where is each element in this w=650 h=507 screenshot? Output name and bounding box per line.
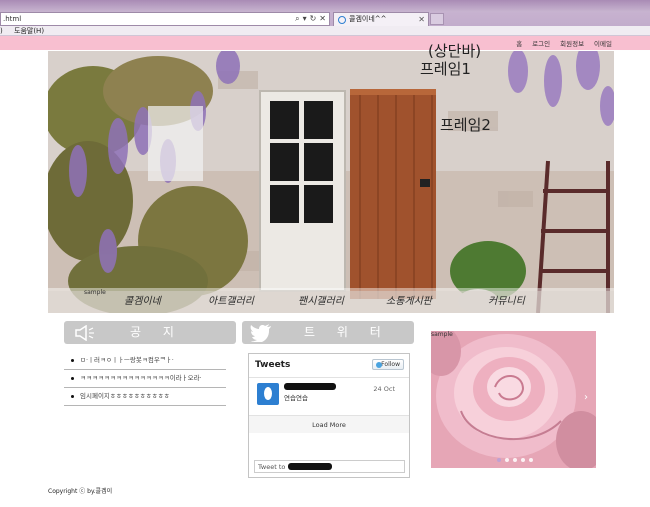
notice-item[interactable]: ㅁ·ㅣ러ㅋㅇㅣㅏㅡ랑봇ㅋ컴우ᄏㅏ· — [64, 352, 226, 370]
nav-login[interactable]: 로그인 — [532, 38, 550, 48]
notice-item-text: 임시페이지ㅎㅎㅎㅎㅎㅎㅎㅎㅎㅎ — [80, 392, 170, 400]
annotation-frame1: 프레임1 — [420, 60, 471, 78]
nav-member-info[interactable]: 회원정보 — [560, 38, 584, 48]
dropdown-icon[interactable]: ▾ — [303, 14, 307, 24]
redacted-username — [284, 383, 336, 390]
notice-title: 공 지 — [130, 325, 183, 339]
twitter-title: 트 위 터 — [304, 325, 390, 339]
slide-next-arrow-icon[interactable]: › — [584, 392, 588, 403]
main-nav-item-art-gallery[interactable]: 아트갤러리 — [208, 292, 254, 307]
rose-slide-image[interactable] — [431, 331, 596, 468]
notice-item[interactable]: ㅋㅋㅋㅋㅋㅋㅋㅋㅋㅋㅋㅋㅋㅋㅋ이라ㅏ오라· — [64, 370, 226, 388]
top-nav: 홈 로그인 회원정보 이메일 — [516, 38, 612, 48]
slide-dot[interactable] — [497, 458, 501, 462]
tweet-text: 연습연습 — [284, 394, 308, 402]
follow-label: Follow — [381, 361, 400, 368]
slide-indicator — [497, 458, 533, 462]
copyright: Copyright ⓒ by.콜겜이 — [48, 488, 113, 495]
slide-dot[interactable] — [505, 458, 509, 462]
sample-label-hero: sample — [84, 289, 106, 296]
sample-label-rose: sample — [431, 331, 453, 338]
twitter-header: 트 위 터 — [242, 321, 414, 344]
main-nav-item-fancy-gallery[interactable]: 팬시갤러리 — [298, 292, 344, 307]
redacted-handle — [288, 463, 332, 470]
nav-email[interactable]: 이메일 — [594, 38, 612, 48]
menu-item-help[interactable]: 도움말(H) — [14, 26, 44, 36]
follow-button[interactable]: Follow — [372, 359, 404, 370]
notice-item[interactable]: 임시페이지ㅎㅎㅎㅎㅎㅎㅎㅎㅎㅎ — [64, 388, 226, 406]
stop-icon[interactable]: ✕ — [319, 14, 326, 24]
slide-dot[interactable] — [513, 458, 517, 462]
twitter-widget-title: Tweets — [255, 360, 291, 370]
menu-bar: ) 도움말(H) — [0, 26, 650, 36]
ie-icon — [338, 15, 346, 24]
notice-item-text: ㅁ·ㅣ러ㅋㅇㅣㅏㅡ랑봇ㅋ컴우ᄏㅏ· — [80, 356, 174, 364]
main-nav: 콜겜이네 아트갤러리 팬시갤러리 소통게시판 커뮤니티 — [48, 288, 614, 313]
address-text: .html — [3, 15, 22, 23]
search-icon[interactable]: ⌕ — [295, 14, 299, 24]
main-nav-item-board[interactable]: 소통게시판 — [386, 292, 432, 307]
twitter-small-icon — [376, 362, 382, 368]
notice-list: ㅁ·ㅣ러ㅋㅇㅣㅏㅡ랑봇ㅋ컴우ᄏㅏ· ㅋㅋㅋㅋㅋㅋㅋㅋㅋㅋㅋㅋㅋㅋㅋ이라ㅏ오라· … — [64, 352, 226, 406]
main-nav-item-home[interactable]: 콜겜이네 — [124, 292, 161, 307]
slide-dot[interactable] — [529, 458, 533, 462]
tab-title: 콜겜이네^^ — [349, 15, 387, 23]
close-tab-icon[interactable]: ✕ — [418, 13, 425, 26]
rose-illustration — [431, 331, 596, 468]
twitter-widget: Tweets Follow 연습연습 24 Oct Load More Twee… — [248, 353, 410, 478]
browser-tab[interactable]: 콜겜이네^^ ✕ — [333, 12, 429, 26]
annotation-frame2: 프레임2 — [440, 116, 491, 134]
speaker-icon — [75, 325, 94, 341]
new-tab-button[interactable] — [430, 13, 444, 25]
tweet-to-label: Tweet to — [258, 463, 286, 471]
hero-illustration — [48, 51, 614, 313]
refresh-icon[interactable]: ↻ — [310, 14, 317, 24]
nav-home[interactable]: 홈 — [516, 38, 522, 48]
load-more-button[interactable]: Load More — [249, 415, 409, 433]
main-nav-item-community[interactable]: 커뮤니티 — [488, 292, 525, 307]
twitter-bird-icon — [250, 324, 271, 342]
notice-item-text: ㅋㅋㅋㅋㅋㅋㅋㅋㅋㅋㅋㅋㅋㅋㅋ이라ㅏ오라· — [80, 374, 202, 382]
title-bar — [0, 0, 650, 12]
slide-dot[interactable] — [521, 458, 525, 462]
menu-item-view[interactable]: ) — [0, 26, 3, 36]
avatar[interactable] — [257, 383, 279, 405]
address-bar[interactable]: .html ⌕ ▾ ↻ ✕ — [0, 12, 330, 26]
divider — [249, 377, 409, 378]
notice-header: 공 지 — [64, 321, 236, 344]
tweet-date[interactable]: 24 Oct — [373, 385, 395, 393]
hero-image — [48, 51, 614, 313]
tweet-to-input[interactable]: Tweet to — [254, 460, 405, 473]
